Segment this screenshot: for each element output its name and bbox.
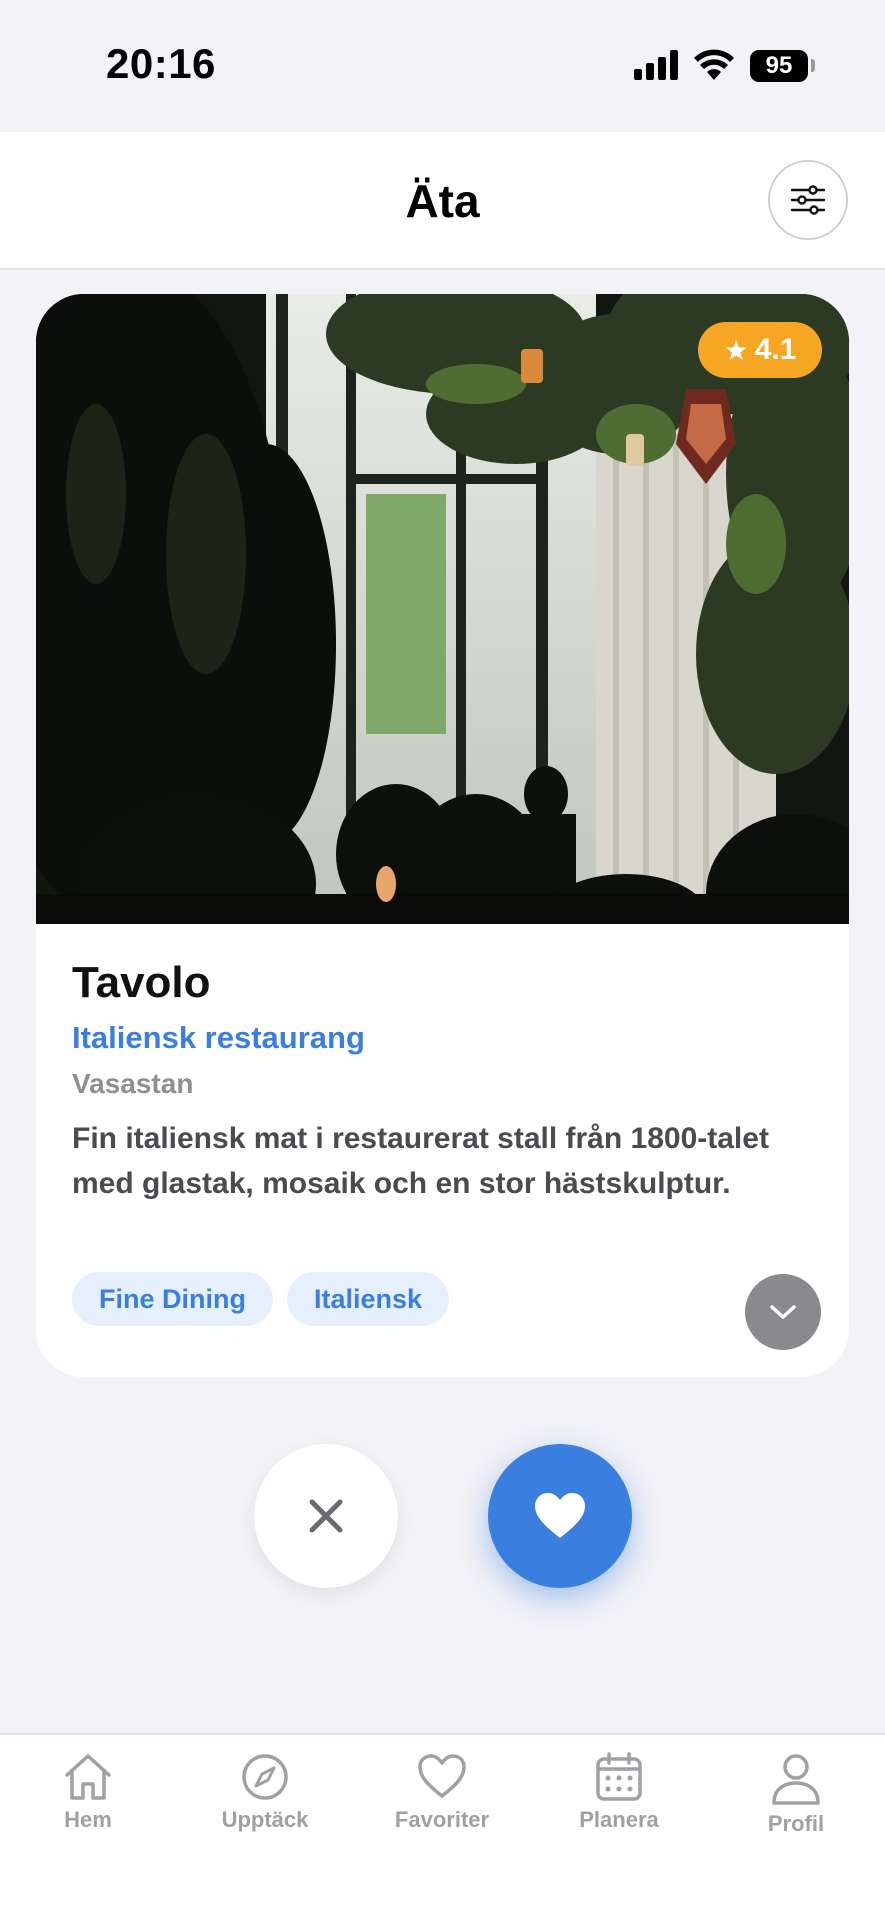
- wifi-icon: [694, 49, 734, 80]
- tab-label-hem: Hem: [64, 1807, 112, 1832]
- restaurant-area: Vasastan: [72, 1068, 194, 1099]
- expand-button[interactable]: [745, 1274, 821, 1350]
- chevron-down-icon: [770, 1305, 796, 1319]
- rating-badge: ★ 4.1: [698, 322, 822, 378]
- header: Äta: [0, 132, 885, 270]
- tag-italiensk: Italiensk: [286, 1272, 450, 1326]
- tab-label-planera: Planera: [579, 1807, 659, 1832]
- restaurant-photo: ★ 4.1: [36, 294, 849, 924]
- heart-icon: [535, 1493, 585, 1538]
- status-bar: 20:16 95: [0, 0, 885, 132]
- filter-button[interactable]: [768, 160, 848, 240]
- tab-planera[interactable]: Planera: [534, 1751, 704, 1833]
- tab-bar: Hem Upptäck Favoriter Planera Profil: [0, 1733, 885, 1920]
- star-icon: ★: [723, 334, 749, 366]
- battery-indicator: 95: [750, 50, 808, 82]
- tab-upptack[interactable]: Upptäck: [180, 1751, 350, 1833]
- page-title: Äta: [405, 175, 480, 227]
- compass-icon: [242, 1754, 288, 1800]
- restaurant-card[interactable]: ★ 4.1 Tavolo Italiensk restaurang Vasast…: [36, 294, 849, 1377]
- sliders-icon: [790, 185, 826, 215]
- tab-label-profil: Profil: [767, 1811, 825, 1836]
- restaurant-name: Tavolo: [72, 958, 211, 1007]
- restaurant-category: Italiensk restaurang: [72, 1020, 365, 1055]
- tab-favoriter[interactable]: Favoriter: [357, 1751, 527, 1833]
- tab-profil[interactable]: Profil: [711, 1751, 881, 1837]
- tag-list: Fine Dining Italiensk: [72, 1272, 450, 1326]
- battery-nub: [811, 59, 815, 72]
- status-time: 20:16: [106, 40, 216, 87]
- tab-hem[interactable]: Hem: [3, 1751, 173, 1833]
- signal-icon: [634, 50, 680, 80]
- calendar-icon: [596, 1752, 642, 1801]
- person-icon: [772, 1754, 820, 1805]
- rating-value: 4.1: [754, 333, 797, 366]
- close-icon: [309, 1499, 343, 1533]
- restaurant-description: Fin italiensk mat i restaurerat stall fr…: [72, 1122, 769, 1200]
- tag-fine-dining: Fine Dining: [72, 1272, 273, 1326]
- like-button[interactable]: [488, 1444, 632, 1588]
- heart-outline-icon: [418, 1754, 466, 1798]
- tab-label-upptack: Upptäck: [221, 1807, 309, 1832]
- dislike-button[interactable]: [254, 1444, 398, 1588]
- home-icon: [65, 1754, 111, 1800]
- tab-label-favoriter: Favoriter: [394, 1807, 490, 1832]
